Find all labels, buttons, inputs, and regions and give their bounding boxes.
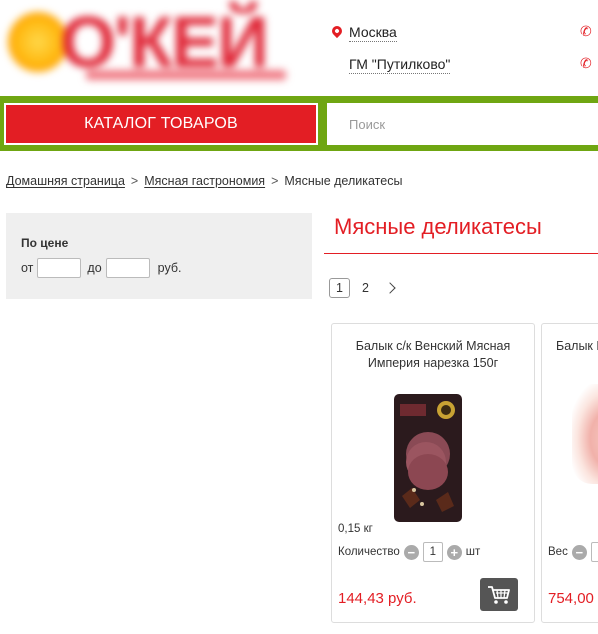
product-card[interactable]: Балык В Вес − 754,00 [541, 323, 598, 623]
product-title[interactable]: Балык с/к Венский Мясная Империя нарезка… [342, 338, 524, 372]
product-price: 144,43 руб. [338, 590, 417, 607]
store-logo[interactable]: О'КЕЙ [0, 0, 300, 92]
product-price: 754,00 [548, 590, 594, 607]
phone-icon[interactable]: ✆ [580, 56, 592, 70]
search-input[interactable] [327, 103, 598, 145]
logo-subline [86, 70, 286, 80]
minus-icon[interactable]: − [571, 544, 587, 560]
filter-title: По цене [21, 236, 69, 250]
price-filter: По цене от до руб. [6, 213, 312, 299]
cart-icon [488, 585, 510, 604]
phone-icon[interactable]: ✆ [580, 24, 592, 38]
quantity-stepper: Количество − 1 + шт [338, 542, 480, 562]
chevron-right-icon[interactable] [384, 282, 396, 294]
price-range-row: от до руб. [21, 258, 182, 278]
logo-sun [8, 12, 68, 72]
page-2-button[interactable]: 2 [355, 278, 376, 298]
map-pin-icon [329, 23, 345, 39]
product-title[interactable]: Балык В [556, 338, 598, 355]
minus-icon[interactable]: − [403, 544, 419, 560]
quantity-label: Количество [338, 546, 400, 558]
page-title: Мясные деликатесы [334, 214, 542, 239]
quantity-input[interactable] [590, 542, 598, 562]
weight-label: Вес [548, 546, 568, 558]
price-from-input[interactable] [37, 258, 82, 278]
product-card[interactable]: Балык с/к Венский Мясная Империя нарезка… [331, 323, 535, 623]
quantity-stepper: Вес − [548, 542, 598, 562]
plus-icon[interactable]: + [446, 544, 462, 560]
title-divider [324, 253, 598, 254]
product-weight: 0,15 кг [338, 523, 373, 535]
quantity-input[interactable]: 1 [422, 542, 443, 562]
breadcrumb-current: Мясные деликатесы [284, 174, 403, 188]
price-to-input[interactable] [105, 258, 150, 278]
product-image[interactable] [392, 392, 464, 524]
catalog-button[interactable]: КАТАЛОГ ТОВАРОВ [4, 103, 318, 145]
logo-image: О'КЕЙ [0, 0, 300, 92]
breadcrumb-separator: > [271, 174, 279, 188]
city-name[interactable]: Москва [349, 24, 397, 42]
price-from-label: от [21, 261, 34, 275]
store-selector[interactable]: ГМ "Путилково" [349, 56, 451, 74]
breadcrumb: Домашняя страница > Мясная гастрономия > Мяс… [6, 174, 402, 188]
price-to-label: до [87, 261, 102, 275]
breadcrumb-separator: > [130, 174, 139, 188]
price-unit-label: руб. [157, 261, 182, 275]
page-1-button[interactable]: 1 [329, 278, 350, 298]
add-to-cart-button[interactable] [480, 578, 518, 611]
quantity-unit: шт [465, 546, 481, 558]
product-image[interactable] [572, 384, 598, 484]
breadcrumb-category-link[interactable]: Мясная гастрономия [144, 174, 265, 188]
pagination: 1 2 [329, 278, 396, 298]
breadcrumb-home-link[interactable]: Домашняя страница [6, 174, 125, 188]
